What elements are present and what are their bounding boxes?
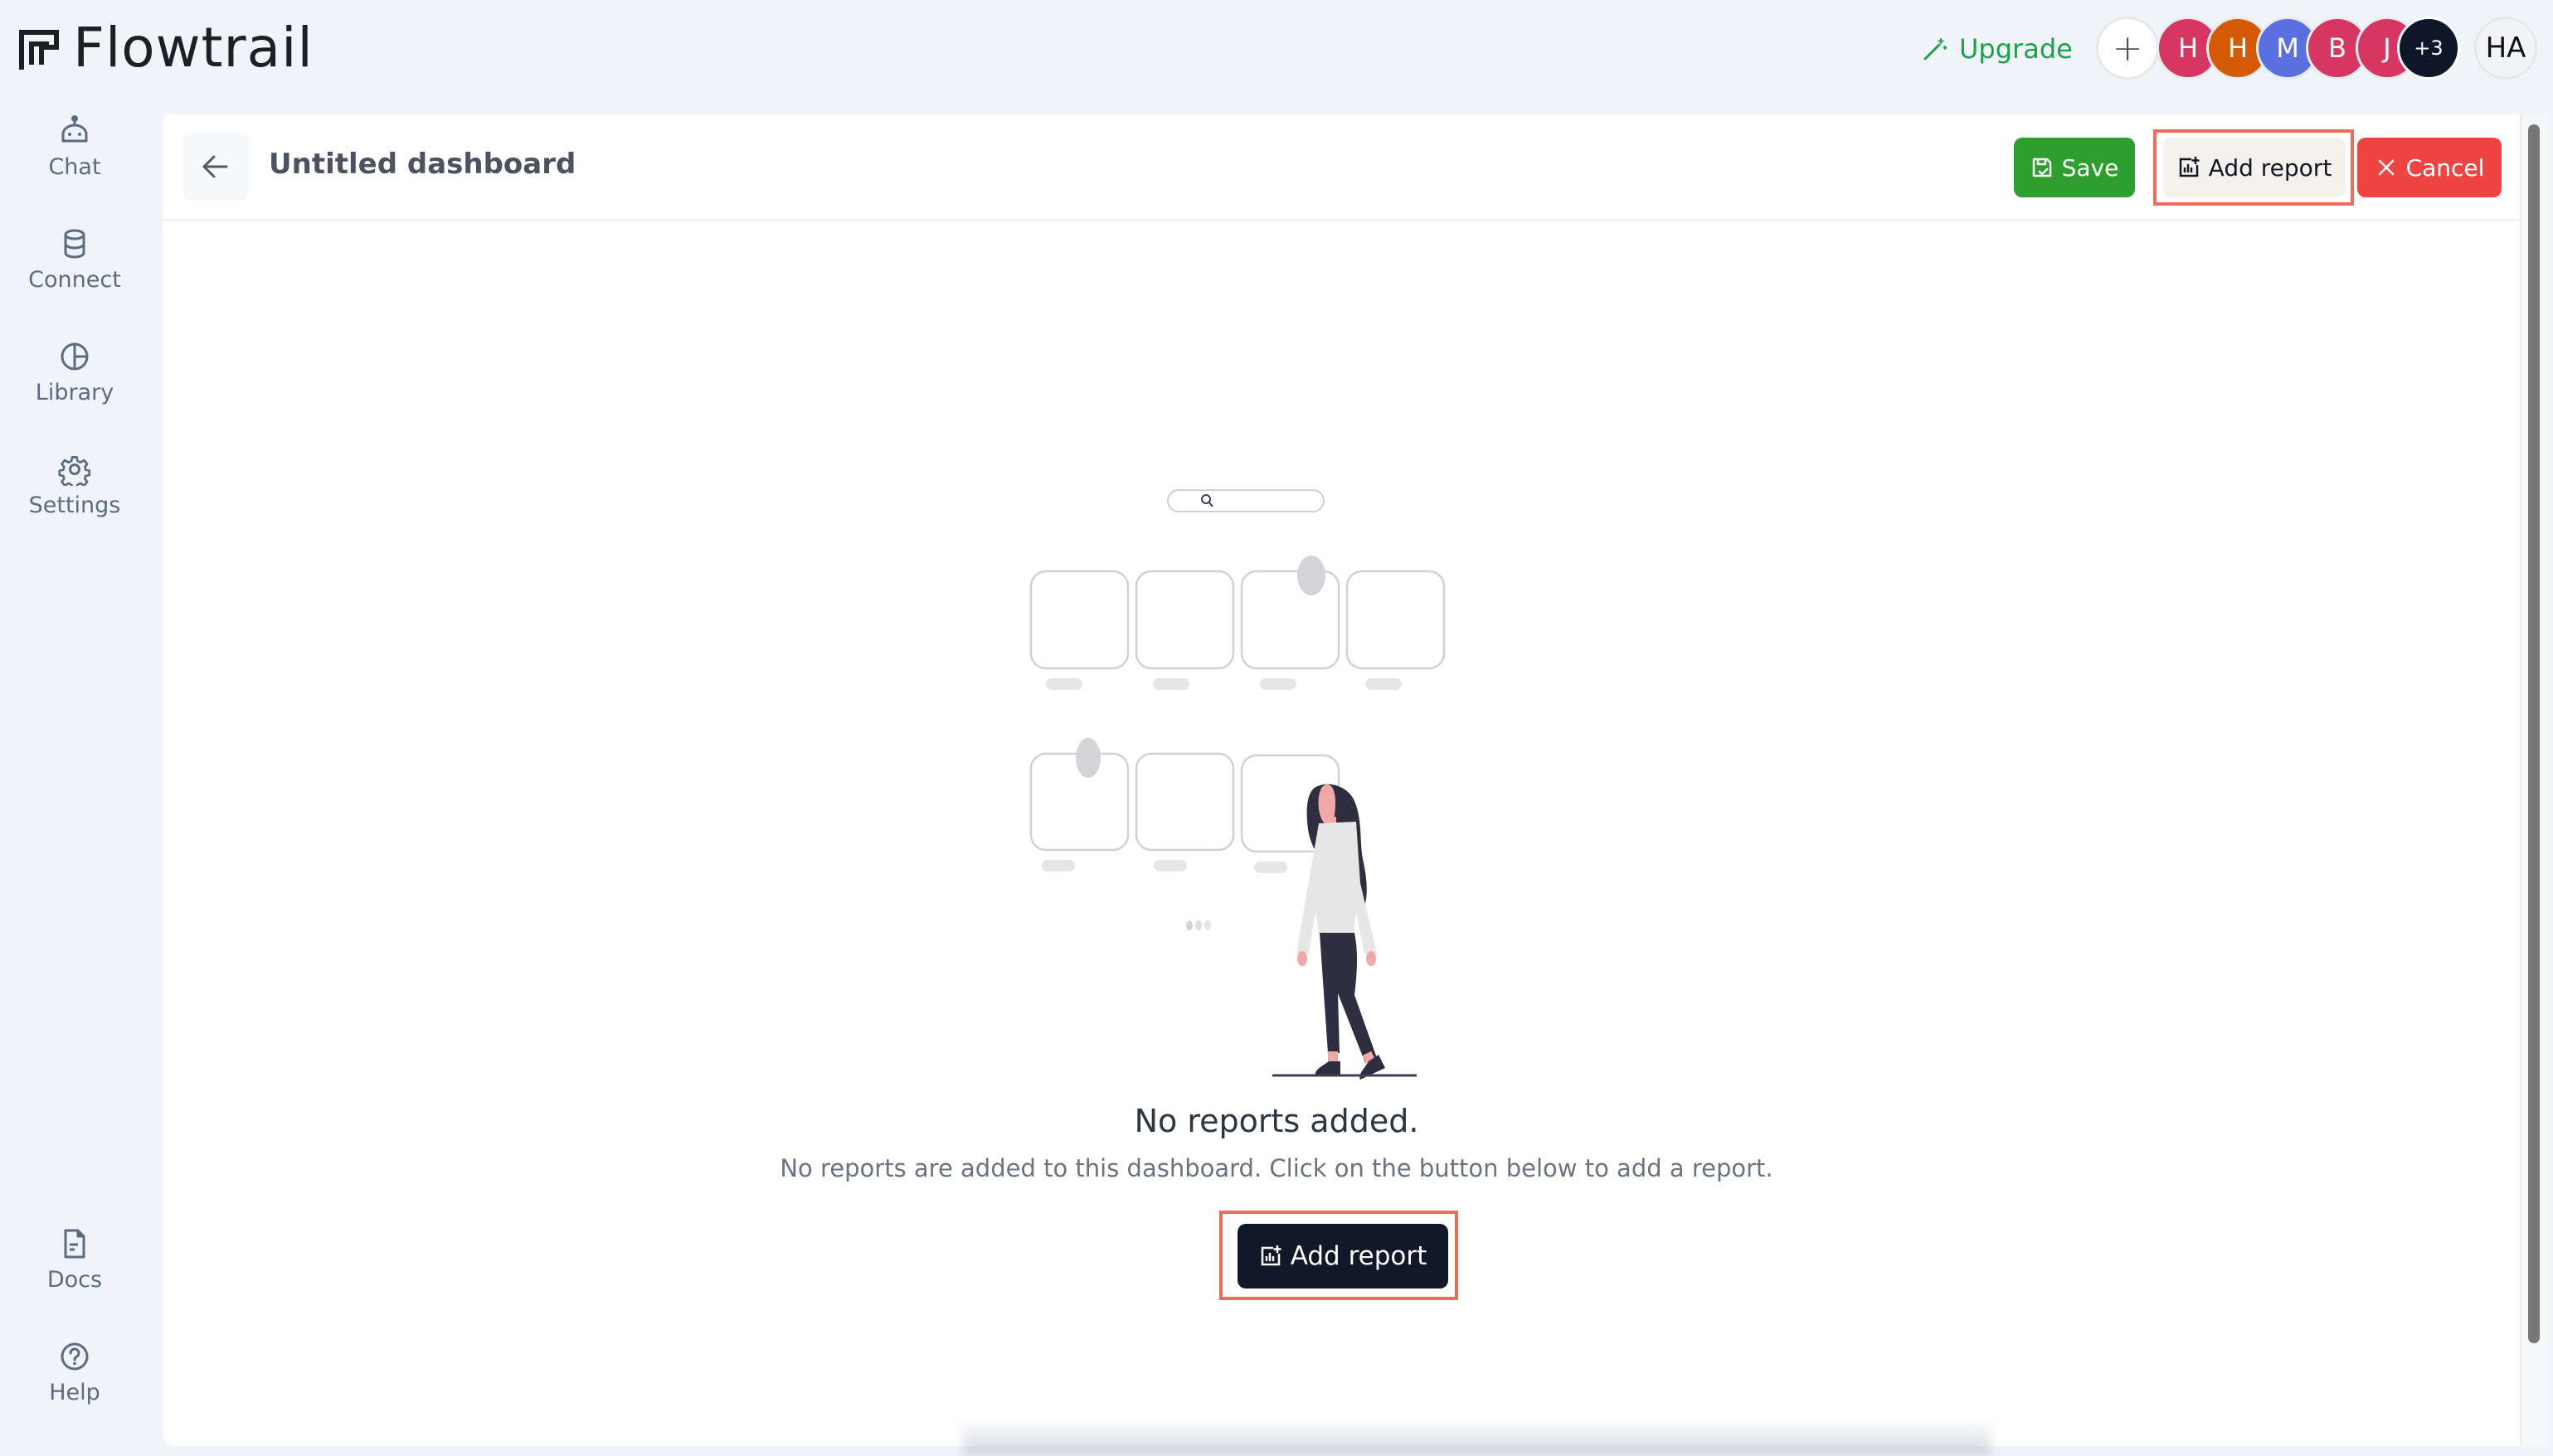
flowtrail-logo-icon [19,30,59,70]
save-icon [2032,158,2051,177]
avatar-initial: B [2328,32,2346,64]
chart-add-icon [1261,1245,1281,1266]
avatar-initial: H [2227,32,2249,64]
user-avatar[interactable]: HA [2474,17,2537,80]
sidebar-item-connect[interactable]: Connect [0,227,149,293]
app-name: Flowtrail [73,16,314,80]
magic-wand-icon [1923,38,1948,61]
more-members-count: +3 [2414,36,2444,60]
sidebar-label: Docs [46,1267,103,1293]
document-icon [64,1229,85,1259]
user-initials: HA [2485,32,2526,65]
chart-add-icon [2179,156,2200,177]
add-report-label: Add report [1290,1241,1427,1271]
sidebar-item-settings[interactable]: Settings [0,453,149,518]
empty-state-subtitle: No reports are added to this dashboard. … [780,1154,1773,1182]
illus-card [1135,752,1235,852]
illus-label-bar [1154,860,1187,871]
sidebar-label: Connect [28,267,121,293]
sidebar-item-library[interactable]: Library [0,340,149,405]
dashboard-title[interactable]: Untitled dashboard [269,148,576,181]
save-button[interactable]: Save [2014,138,2135,197]
add-member-button[interactable]: + [2096,17,2159,80]
illus-label-bar [1254,861,1287,873]
database-icon [64,229,85,259]
plus-icon: + [2112,27,2143,70]
sidebar-label: Chat [48,154,101,180]
illus-woman [1296,784,1385,1080]
back-button[interactable] [182,133,249,201]
add-report-button[interactable]: Add report [1238,1224,1448,1289]
illus-pagination-dots [1186,920,1211,930]
avatar-initial: M [2276,32,2299,64]
empty-dashboard-illustration-figure [1025,738,1417,1080]
illus-label-bar [1042,860,1075,871]
sidebar-item-chat[interactable]: Chat [0,114,149,180]
close-icon [2378,159,2394,176]
avatar-initial: H [2177,32,2199,64]
bottom-shadow [962,1420,1991,1456]
cancel-label: Cancel [2405,153,2485,182]
sidebar-label: Library [35,380,114,405]
sidebar-label: Help [49,1380,100,1405]
dashboard-header: Untitled dashboard Save Add report Cance… [163,114,2526,221]
more-members-avatar[interactable]: +3 [2397,17,2460,80]
robot-icon [61,115,88,143]
upgrade-label: Upgrade [1959,33,2073,65]
gear-icon [58,456,91,486]
sidebar-item-docs[interactable]: Docs [0,1227,149,1293]
illus-dot [1076,738,1101,778]
sidebar-item-help[interactable]: Help [0,1340,149,1405]
add-report-button-header[interactable]: Add report [2163,138,2346,197]
app-logo[interactable]: Flowtrail [18,17,314,80]
chart-pie-icon [61,342,89,371]
avatar-initial: J [2383,32,2391,64]
sidebar-label: Settings [28,493,121,518]
save-label: Save [2061,153,2119,182]
arrow-left-icon [202,155,228,178]
empty-state-title: No reports added. [1134,1103,1419,1139]
add-report-label: Add report [2208,153,2332,182]
upgrade-link[interactable]: Upgrade [1923,28,2073,70]
help-circle-icon [61,1342,89,1371]
cancel-button[interactable]: Cancel [2357,138,2502,197]
